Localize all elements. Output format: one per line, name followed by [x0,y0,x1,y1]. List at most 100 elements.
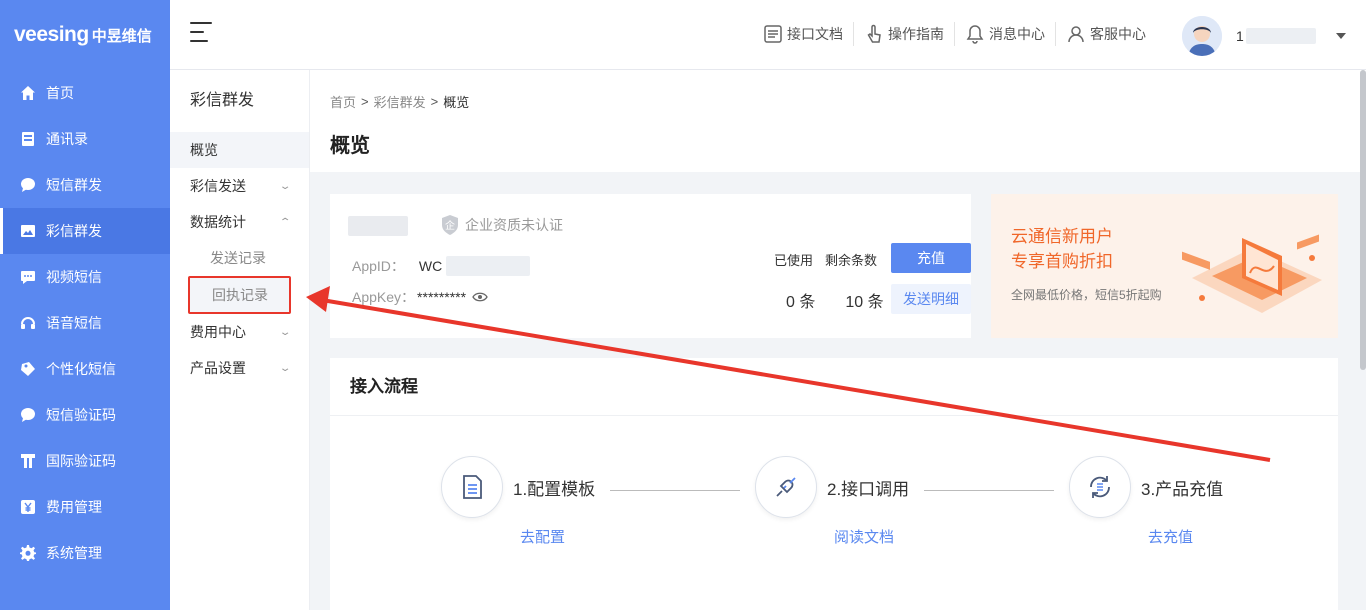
brand-latin: veesing [14,23,89,46]
sidebar-item-billing[interactable]: 费用管理 [0,484,170,530]
appkey-row: AppKey： ********* [352,287,488,307]
sidebar-item-personalized-sms[interactable]: 个性化短信 [0,346,170,392]
appid-prefix: WC [418,258,443,274]
promo-line2: 专享首购折扣 [1011,252,1113,271]
breadcrumb-home[interactable]: 首页 [330,92,356,111]
user-menu[interactable]: 1 [1182,16,1346,56]
sidebar-item-label: 通讯录 [46,131,88,147]
configure-link[interactable]: 去配置 [520,526,565,547]
sidebar-item-label: 短信群发 [46,177,102,193]
top-link-guide[interactable]: 操作指南 [854,22,955,46]
svg-text:企: 企 [445,219,455,232]
sidebar-item-sms[interactable]: 短信群发 [0,162,170,208]
breadcrumb-section[interactable]: 彩信群发 [374,92,426,111]
laptop-illustration-icon [1182,234,1322,313]
menu-toggle-icon[interactable] [190,22,212,46]
hand-pointer-icon [867,24,881,43]
submenu-title: 彩信群发 [190,92,255,109]
secondary-menu: 彩信群发 概览 彩信发送 ⌄ 数据统计 ⌃ 发送记录 回执记录 费用中心 ⌄ 产… [170,70,310,610]
brand-logo[interactable]: veesing 中昱维信 [0,0,170,70]
eye-icon[interactable] [472,291,488,303]
read-docs-link[interactable]: 阅读文档 [834,526,894,547]
submenu-child-label: 回执记录 [212,287,268,303]
sidebar-item-sms-code[interactable]: 短信验证码 [0,392,170,438]
promo-title: 云通信新用户 专享首购折扣 [1011,224,1113,274]
used-label: 已使用 [774,253,814,268]
promo-line1: 云通信新用户 [1011,227,1113,246]
breadcrumb-current: 概览 [443,95,470,110]
sidebar-item-label: 费用管理 [46,499,102,515]
top-link-label: 客服中心 [1090,26,1146,42]
step-circle [1069,456,1131,518]
caret-down-icon[interactable] [1336,33,1346,39]
page-header: 首页 > 彩信群发 > 概览 概览 [310,70,1366,172]
certification-badge[interactable]: 企 企业资质未认证 [440,214,563,236]
sidebar-item-label: 短信验证码 [46,407,116,423]
flow-step-config: 1.配置模板 [441,456,595,518]
sidebar-item-system[interactable]: 系统管理 [0,530,170,576]
appid-row: AppID： WC [352,256,531,276]
sidebar-item-label: 视频短信 [46,269,102,285]
top-link-label: 接口文档 [787,26,843,42]
submenu-item-label: 概览 [190,142,218,158]
page-scrollbar[interactable] [1360,70,1366,370]
plug-icon [776,477,796,497]
sidebar-item-label: 语音短信 [46,315,102,331]
sidebar-item-contacts[interactable]: 通讯录 [0,116,170,162]
submenu-item-product-settings[interactable]: 产品设置 ⌄ [170,350,309,386]
shield-icon: 企 [442,215,458,235]
top-link-support[interactable]: 客服中心 [1056,22,1156,46]
voice-message-icon [20,315,36,331]
account-name-redacted [348,216,408,236]
image-message-icon [20,223,36,239]
go-recharge-link[interactable]: 去充值 [1148,526,1193,547]
certification-text: 企业资质未认证 [465,217,563,233]
submenu-item-overview[interactable]: 概览 [170,132,309,168]
recharge-button[interactable]: 充值 [891,243,971,273]
submenu-item-stats[interactable]: 数据统计 ⌃ [170,204,309,240]
appid-label: AppID： [352,258,405,274]
sidebar-item-voice-sms[interactable]: 语音短信 [0,300,170,346]
sidebar-item-mms[interactable]: 彩信群发 [0,208,170,254]
sidebar-item-international-code[interactable]: 国际验证码 [0,438,170,484]
promo-subtitle: 全网最低价格，短信5折起购 [1011,288,1162,302]
flow-connector [924,490,1054,491]
step-circle [441,456,503,518]
submenu-item-billing[interactable]: 费用中心 ⌄ [170,314,309,350]
submenu-item-send[interactable]: 彩信发送 ⌄ [170,168,309,204]
chevron-down-icon: ⌄ [278,326,292,338]
submenu-item-label: 数据统计 [190,214,246,230]
used-value: 0 条 [786,294,816,311]
sidebar-item-label: 个性化短信 [46,361,116,377]
step-label: 2.接口调用 [827,479,910,499]
gear-icon [20,545,36,561]
sms-code-icon [20,407,36,423]
chevron-down-icon: ⌄ [278,362,292,374]
flow-title: 接入流程 [330,358,1338,416]
submenu-child-receipt-records[interactable]: 回执记录 [188,276,291,314]
top-link-messages[interactable]: 消息中心 [955,22,1056,46]
submenu-child-label: 发送记录 [210,250,266,266]
sidebar-item-label: 首页 [46,85,74,101]
chevron-down-icon: ⌄ [278,180,292,192]
submenu-child-send-records[interactable]: 发送记录 [170,240,309,276]
top-link-api-docs[interactable]: 接口文档 [753,22,854,46]
main-sidebar: veesing 中昱维信 首页 通讯录 短信群发 彩信群发 视频短信 语音短信 … [0,0,170,610]
sidebar-item-home[interactable]: 首页 [0,70,170,116]
refresh-icon [1090,476,1110,498]
sidebar-item-video-sms[interactable]: 视频短信 [0,254,170,300]
integration-flow-card: 接入流程 1.配置模板 去配置 2.接口调用 阅读文档 3.产品充值 去充值 [330,358,1338,610]
submenu-item-label: 费用中心 [190,324,246,340]
appid-value: WC [418,256,531,276]
brand-cn: 中昱维信 [91,27,152,45]
sidebar-item-label: 彩信群发 [46,223,102,239]
top-bar: 接口文档 操作指南 消息中心 客服中心 1 [170,0,1366,70]
submenu-item-label: 彩信发送 [190,178,246,194]
username-redacted [1245,28,1316,44]
appid-redacted [446,256,531,276]
breadcrumb-separator: > [430,94,439,109]
breadcrumb: 首页 > 彩信群发 > 概览 [330,92,1346,111]
promo-banner[interactable]: 云通信新用户 专享首购折扣 全网最低价格，短信5折起购 [991,194,1338,338]
send-detail-button[interactable]: 发送明细 [891,284,971,314]
sms-icon [20,177,36,193]
